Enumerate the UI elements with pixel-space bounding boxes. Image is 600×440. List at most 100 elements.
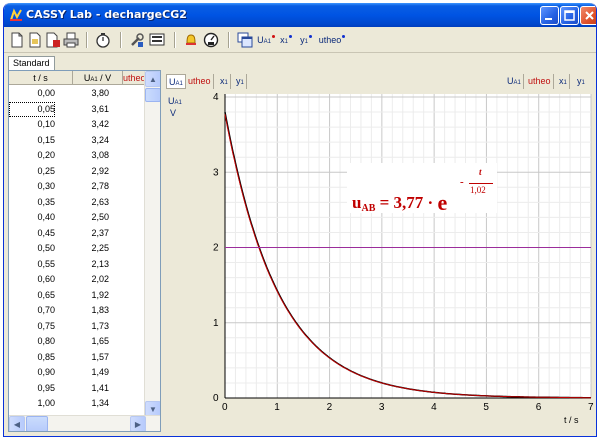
chart-chip-utheo-right[interactable]: utheo — [526, 74, 554, 89]
toolbar-chip-ua1[interactable]: U A1 — [255, 31, 277, 49]
toolbar-chip-utheo[interactable]: utheo — [317, 31, 347, 49]
chart-chip-ua1-right[interactable]: UA1 — [505, 74, 524, 89]
close-button[interactable] — [580, 6, 596, 25]
table-row[interactable]: 0,50 2,25 — [9, 241, 145, 257]
cell-time[interactable]: 0,35 — [9, 195, 55, 210]
timer-icon[interactable] — [94, 31, 112, 49]
table-row[interactable]: 0,65 1,92 — [9, 288, 145, 304]
table-row[interactable]: 0,45 2,37 — [9, 226, 145, 242]
cell-time[interactable]: 1,00 — [9, 396, 55, 411]
table-row[interactable]: 0,55 2,13 — [9, 257, 145, 273]
cell-voltage[interactable]: 2,50 — [69, 210, 109, 225]
cell-voltage[interactable]: 2,92 — [69, 164, 109, 179]
title-bar[interactable]: CASSY Lab - dechargeCG2 — [4, 3, 596, 27]
cell-time[interactable]: 0,05 — [9, 101, 55, 117]
table-row[interactable]: 0,00 3,80 — [9, 86, 145, 102]
cell-voltage[interactable]: 2,13 — [69, 257, 109, 272]
chart-chip-ua1-left[interactable]: UA1 — [166, 74, 186, 89]
cell-time[interactable]: 0,85 — [9, 350, 55, 365]
chart-canvas[interactable]: 0 1 2 3 4 0 1 2 3 4 5 6 7 t / s — [164, 70, 596, 432]
cell-voltage[interactable]: 1,57 — [69, 350, 109, 365]
cell-voltage[interactable]: 3,80 — [69, 86, 109, 101]
minimize-button[interactable] — [540, 6, 559, 25]
cell-voltage[interactable]: 3,61 — [69, 102, 109, 117]
scroll-right-button[interactable]: ▶ — [130, 416, 146, 431]
cell-time[interactable]: 0,75 — [9, 319, 55, 334]
scroll-up-button[interactable]: ▲ — [145, 71, 160, 87]
cell-time[interactable]: 0,15 — [9, 133, 55, 148]
cell-voltage[interactable]: 2,37 — [69, 226, 109, 241]
table-row[interactable]: 0,80 1,65 — [9, 334, 145, 350]
maximize-button[interactable] — [560, 6, 579, 25]
scroll-thumb[interactable] — [145, 88, 160, 102]
cell-time[interactable]: 0,55 — [9, 257, 55, 272]
new-file-icon[interactable] — [8, 31, 26, 49]
column-header-utheo[interactable]: utheo — [123, 71, 145, 85]
cell-voltage[interactable]: 2,02 — [69, 272, 109, 287]
cell-voltage[interactable]: 1,83 — [69, 303, 109, 318]
horizontal-scroll-thumb[interactable] — [26, 416, 48, 431]
cell-time[interactable]: 0,95 — [9, 381, 55, 396]
chart-chip-y1-right[interactable]: y1 — [575, 74, 587, 89]
table-row[interactable]: 0,60 2,02 — [9, 272, 145, 288]
cell-time[interactable]: 0,65 — [9, 288, 55, 303]
alarm-bell-icon[interactable] — [182, 31, 200, 49]
cell-time[interactable]: 0,30 — [9, 179, 55, 194]
table-vertical-scrollbar[interactable]: ▲ ▼ — [144, 71, 160, 417]
chart-chip-utheo-left[interactable]: utheo — [186, 74, 214, 89]
tab-standard[interactable]: Standard — [8, 56, 55, 71]
cell-time[interactable]: 0,00 — [9, 86, 55, 101]
chart-chip-x1-right[interactable]: x1 — [557, 74, 570, 89]
cell-time[interactable]: 0,90 — [9, 365, 55, 380]
cell-time[interactable]: 0,40 — [9, 210, 55, 225]
scroll-left-button[interactable]: ◀ — [9, 416, 25, 431]
table-row[interactable]: 0,10 3,42 — [9, 117, 145, 133]
print-icon[interactable] — [62, 31, 80, 49]
table-row[interactable]: 0,70 1,83 — [9, 303, 145, 319]
cell-time[interactable]: 0,60 — [9, 272, 55, 287]
table-row[interactable]: 0,15 3,24 — [9, 133, 145, 149]
table-row[interactable]: 0,05 3,61 — [9, 101, 145, 118]
table-horizontal-scrollbar[interactable]: ◀ ▶ — [9, 415, 160, 431]
table-row[interactable]: 0,35 2,63 — [9, 195, 145, 211]
chart-chip-y1-left[interactable]: y1 — [234, 74, 247, 89]
cell-time[interactable]: 0,50 — [9, 241, 55, 256]
display-icon[interactable] — [148, 31, 166, 49]
cell-voltage[interactable]: 1,92 — [69, 288, 109, 303]
cell-voltage[interactable]: 1,41 — [69, 381, 109, 396]
tools-icon[interactable] — [128, 31, 146, 49]
table-row[interactable]: 0,85 1,57 — [9, 350, 145, 366]
save-file-icon[interactable] — [44, 31, 62, 49]
cell-voltage[interactable]: 2,63 — [69, 195, 109, 210]
window-layout-icon[interactable] — [236, 31, 254, 49]
table-row[interactable]: 0,75 1,73 — [9, 319, 145, 335]
cell-time[interactable]: 0,45 — [9, 226, 55, 241]
cell-time[interactable]: 0,25 — [9, 164, 55, 179]
data-table[interactable]: t / s UA1 / V utheo 0,00 3,80 0,05 3,61 0,10… — [8, 70, 161, 432]
cell-voltage[interactable]: 1,49 — [69, 365, 109, 380]
table-row[interactable]: 0,20 3,08 — [9, 148, 145, 164]
table-row[interactable]: 0,40 2,50 — [9, 210, 145, 226]
cell-time[interactable]: 0,80 — [9, 334, 55, 349]
table-row[interactable]: 0,30 2,78 — [9, 179, 145, 195]
cell-time[interactable]: 0,10 — [9, 117, 55, 132]
cell-voltage[interactable]: 2,25 — [69, 241, 109, 256]
toolbar-chip-x1[interactable]: x1 — [279, 31, 293, 49]
cell-voltage[interactable]: 3,08 — [69, 148, 109, 163]
table-row[interactable]: 1,00 1,34 — [9, 396, 145, 412]
column-header-ua1[interactable]: UA1 / V — [73, 71, 123, 85]
gauge-icon[interactable] — [202, 31, 220, 49]
cell-voltage[interactable]: 1,34 — [69, 396, 109, 411]
cell-time[interactable]: 0,20 — [9, 148, 55, 163]
cell-voltage[interactable]: 3,24 — [69, 133, 109, 148]
open-file-icon[interactable] — [26, 31, 44, 49]
toolbar-chip-y1[interactable]: y1 — [299, 31, 313, 49]
table-row[interactable]: 0,95 1,41 — [9, 381, 145, 397]
column-header-t[interactable]: t / s — [9, 71, 73, 85]
table-row[interactable]: 0,25 2,92 — [9, 164, 145, 180]
chart-chip-x1-left[interactable]: x1 — [218, 74, 231, 89]
table-row[interactable]: 0,90 1,49 — [9, 365, 145, 381]
cell-voltage[interactable]: 2,78 — [69, 179, 109, 194]
cell-voltage[interactable]: 1,65 — [69, 334, 109, 349]
cell-voltage[interactable]: 3,42 — [69, 117, 109, 132]
